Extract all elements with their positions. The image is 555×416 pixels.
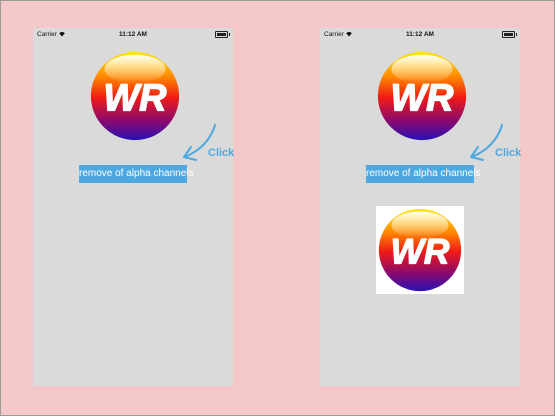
remove-alpha-button[interactable]: remove of alpha channels [366,165,481,183]
click-hint: Click [468,123,523,165]
wr-logo-image: WR [378,208,462,292]
logo-lettering: WR [391,232,450,271]
phone-screen-after: Carrier 11:12 AM WR Click remove of alph… [320,28,523,386]
battery-icon [502,31,517,38]
status-bar: Carrier 11:12 AM [33,28,233,42]
status-time: 11:12 AM [406,31,434,38]
logo-lettering: WR [104,77,168,119]
wr-logo-image: WR [377,51,467,141]
phone-screen-before: Carrier 11:12 AM WR Click remove of alph… [33,28,236,386]
result-image-no-alpha: WR [376,206,464,294]
battery-level [217,33,226,36]
click-hint-label: Click [495,147,522,159]
battery-icon [215,31,230,38]
logo-lettering: WR [391,77,455,119]
click-hint-label: Click [208,147,235,159]
battery-level [504,33,513,36]
remove-alpha-button[interactable]: remove of alpha channels [79,165,194,183]
status-bar: Carrier 11:12 AM [320,28,520,42]
wr-logo-image: WR [90,51,180,141]
status-time: 11:12 AM [119,31,147,38]
click-hint: Click [181,123,236,165]
